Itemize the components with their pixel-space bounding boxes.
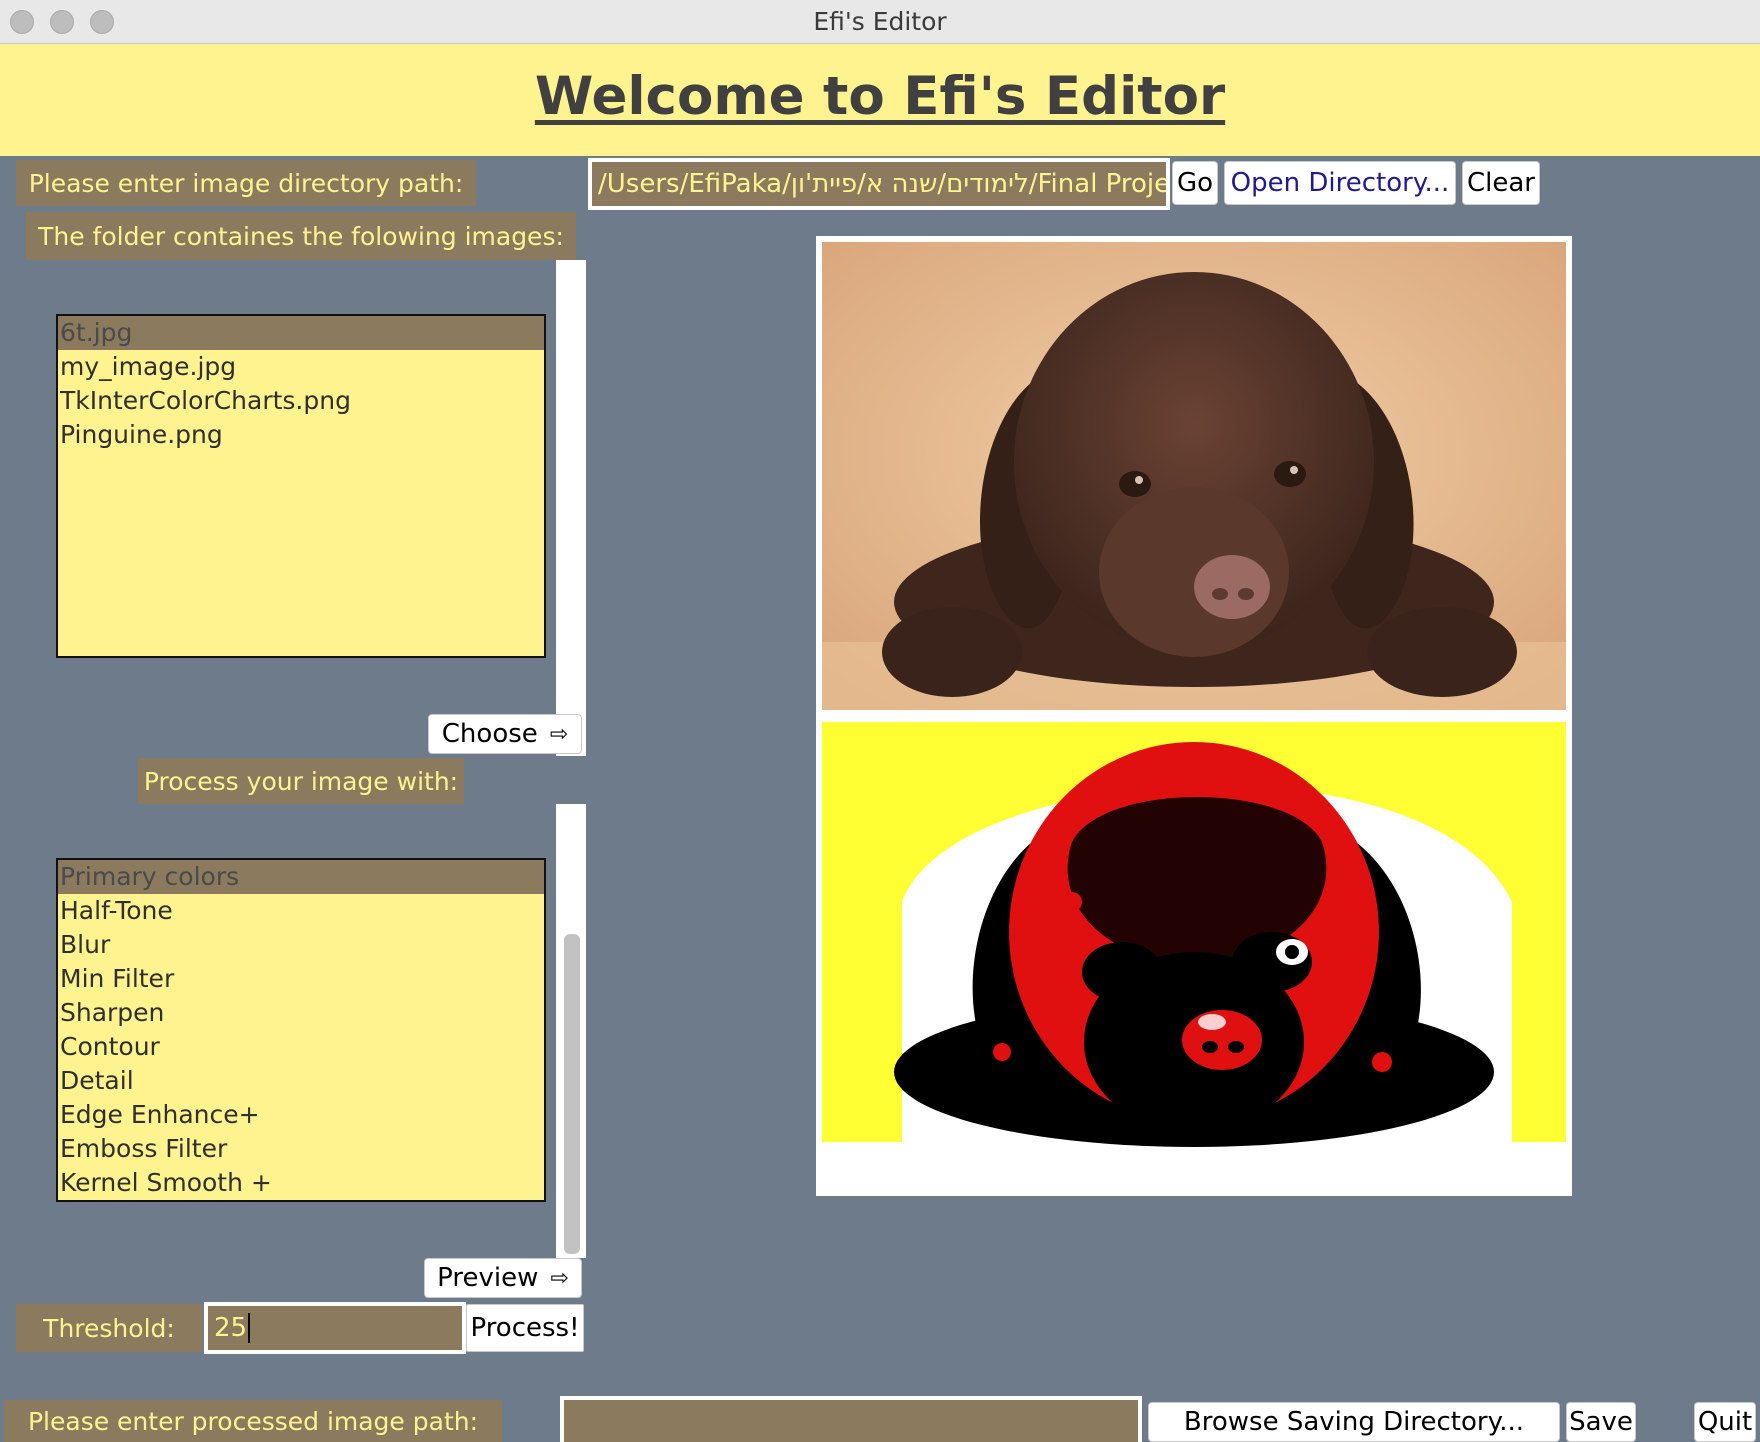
threshold-label: Threshold:: [16, 1304, 202, 1352]
directory-path-input[interactable]: /Users/EfiPaka/לימודים/שנה א/פיית'ון/Fin…: [588, 158, 1170, 210]
filters-scrollbar-thumb[interactable]: [564, 934, 580, 1254]
list-item[interactable]: Kernel Smooth +: [58, 1166, 544, 1200]
quit-button[interactable]: Quit: [1694, 1402, 1756, 1442]
images-listbox[interactable]: 6t.jpg my_image.jpg TkInterColorCharts.p…: [56, 314, 546, 658]
browse-saving-directory-button[interactable]: Browse Saving Directory...: [1148, 1402, 1560, 1442]
list-item[interactable]: Contour: [58, 1030, 544, 1064]
list-item[interactable]: Min Filter: [58, 962, 544, 996]
save-button[interactable]: Save: [1566, 1402, 1636, 1442]
preview-button-label: Preview: [437, 1263, 539, 1293]
filters-listbox[interactable]: Primary colors Half-Tone Blur Min Filter…: [56, 858, 546, 1202]
choose-button[interactable]: Choose ⇨: [428, 714, 582, 754]
list-item[interactable]: Sharpen: [58, 996, 544, 1030]
list-item[interactable]: Emboss Filter: [58, 1132, 544, 1166]
directory-path-label: Please enter image directory path:: [16, 160, 476, 206]
process-header: Process your image with:: [138, 758, 464, 804]
window-title: Efi's Editor: [813, 7, 947, 36]
save-path-label: Please enter processed image path:: [4, 1400, 502, 1442]
list-item[interactable]: Primary colors: [58, 860, 544, 894]
list-item[interactable]: Half-Tone: [58, 894, 544, 928]
list-item[interactable]: Edge Enhance+: [58, 1098, 544, 1132]
banner-title: Welcome to Efi's Editor: [534, 66, 1226, 127]
original-image: [822, 242, 1566, 710]
directory-path-value: /Users/EfiPaka/לימודים/שנה א/פיית'ון/Fin…: [598, 169, 1170, 199]
choose-button-label: Choose: [441, 719, 538, 749]
list-item[interactable]: TkInterColorCharts.png: [58, 384, 544, 418]
preview-button[interactable]: Preview ⇨: [424, 1258, 582, 1298]
list-item[interactable]: 6t.jpg: [58, 316, 544, 350]
save-path-input[interactable]: [560, 1396, 1142, 1442]
go-button[interactable]: Go: [1172, 161, 1218, 205]
process-button[interactable]: Process!: [466, 1304, 584, 1352]
right-arrow-icon: ⇨: [549, 721, 569, 747]
threshold-input[interactable]: 25: [204, 1302, 466, 1354]
open-directory-button[interactable]: Open Directory...: [1224, 161, 1456, 205]
list-item[interactable]: my_image.jpg: [58, 350, 544, 384]
threshold-value: 25: [214, 1313, 248, 1343]
right-arrow-icon: ⇨: [550, 1265, 569, 1291]
images-list-scroll-strip: [556, 260, 586, 756]
list-item[interactable]: Pinguine.png: [58, 418, 544, 452]
list-item[interactable]: Detail: [58, 1064, 544, 1098]
processed-image: [822, 722, 1566, 1170]
text-cursor: [248, 1313, 251, 1343]
list-item[interactable]: Blur: [58, 928, 544, 962]
images-list-header: The folder containes the folowing images…: [26, 212, 576, 260]
clear-button[interactable]: Clear: [1462, 161, 1540, 205]
